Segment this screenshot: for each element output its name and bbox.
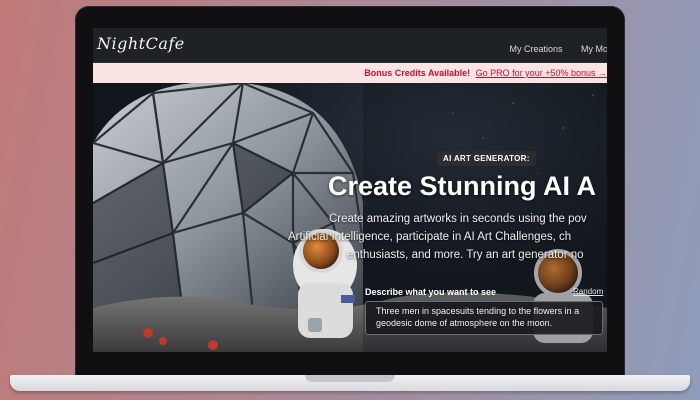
promo-bold-text: Bonus Credits Available! bbox=[364, 68, 471, 78]
nightcafe-logo[interactable]: NightCafe bbox=[97, 34, 185, 53]
hero-subtext-line-3: enthusiasts, and more. Try an art genera… bbox=[347, 249, 584, 261]
hero-content: AI ART GENERATOR: Create Stunning AI A C… bbox=[93, 83, 607, 352]
hero-section: AI ART GENERATOR: Create Stunning AI A C… bbox=[93, 83, 607, 352]
hero-headline: Create Stunning AI A bbox=[328, 171, 597, 201]
nav-my-models[interactable]: My Mod bbox=[581, 44, 607, 54]
hero-subtext-line-1: Create amazing artworks in seconds using… bbox=[329, 213, 587, 225]
laptop-notch bbox=[305, 375, 395, 382]
prompt-label: Describe what you want to see bbox=[365, 287, 497, 297]
random-prompt-link[interactable]: Random bbox=[573, 287, 603, 296]
go-pro-link[interactable]: Go PRO for your +50% bonus → bbox=[476, 68, 607, 78]
promo-banner: Bonus Credits Available! Go PRO for your… bbox=[93, 63, 607, 83]
ai-art-generator-badge: AI ART GENERATOR: bbox=[437, 151, 536, 166]
prompt-textarea[interactable]: Three men in spacesuits tending to the f… bbox=[365, 301, 603, 335]
hero-subtext-line-2: Artificial Intelligence, participate in … bbox=[288, 231, 572, 243]
nav-my-creations[interactable]: My Creations bbox=[510, 44, 563, 54]
browser-screen: NightCafe My Creations My Mod Bonus Cred… bbox=[93, 28, 607, 352]
main-nav: My Creations My Mod bbox=[510, 39, 607, 57]
site-header: NightCafe My Creations My Mod bbox=[93, 28, 607, 63]
